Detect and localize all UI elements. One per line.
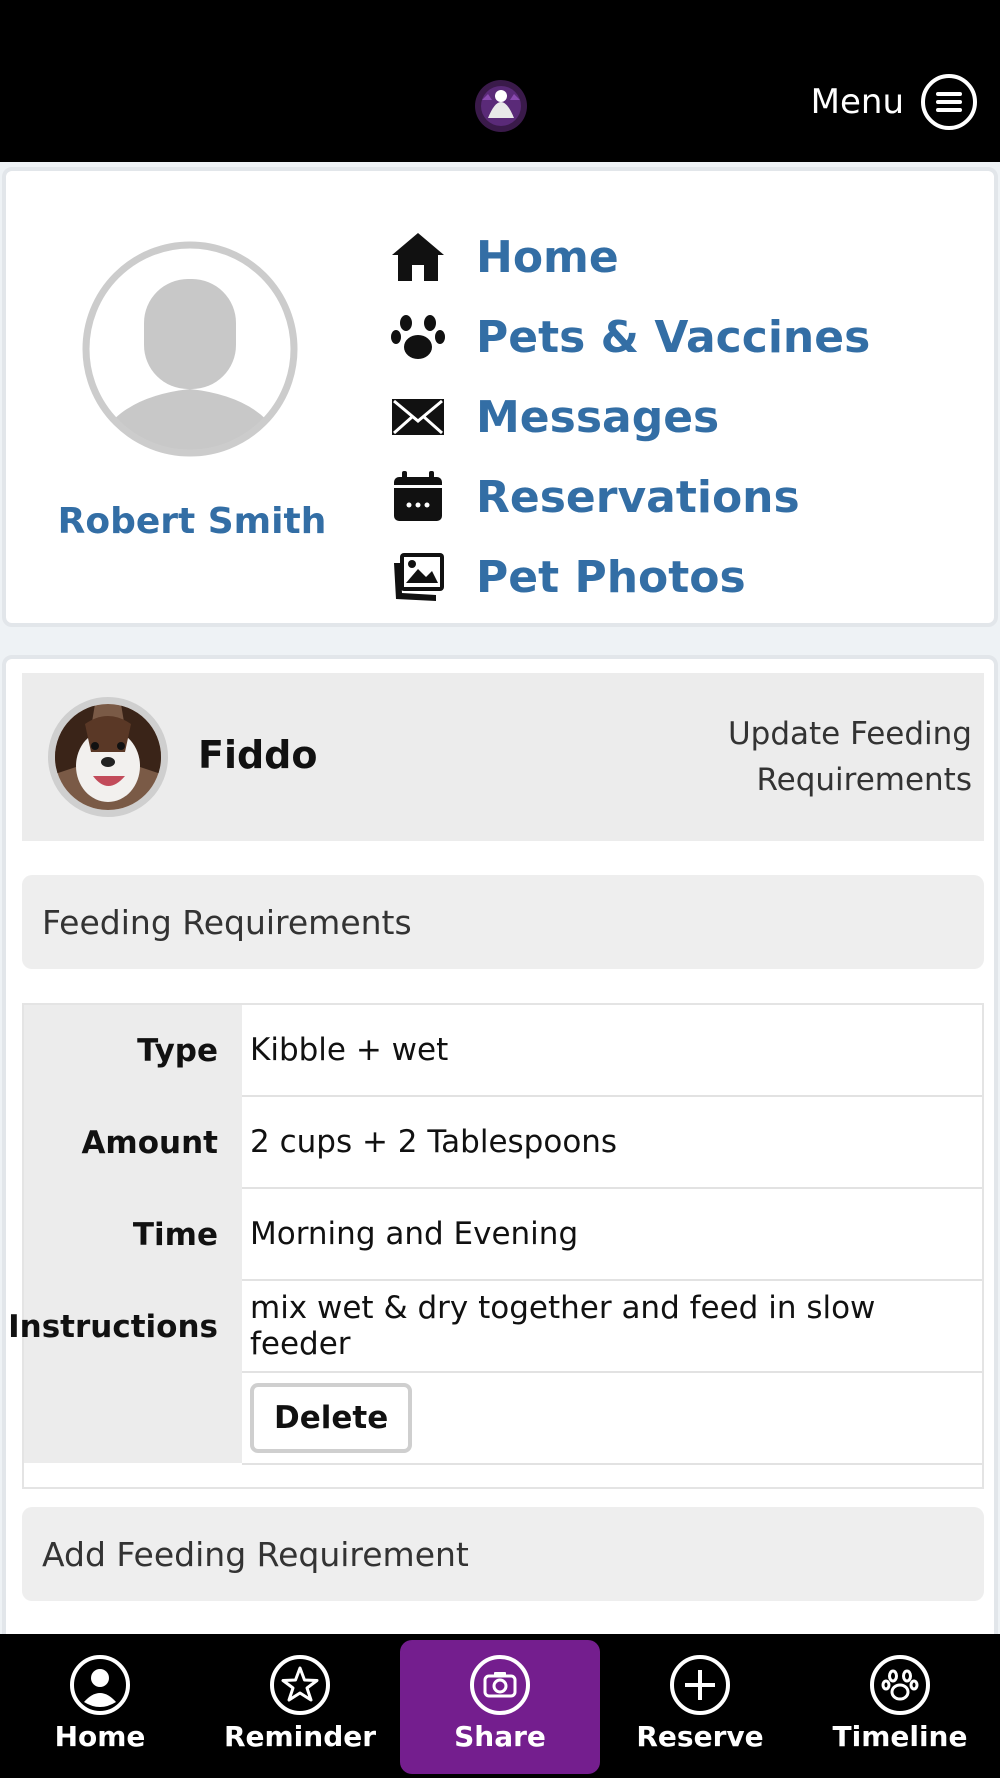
- row-label-time: Time: [132, 1217, 218, 1253]
- tab-reminder[interactable]: Reminder: [200, 1634, 400, 1778]
- update-feeding-link[interactable]: Update Feeding Requirements: [712, 711, 972, 803]
- row-label-type: Type: [137, 1033, 218, 1069]
- tab-label-home: Home: [54, 1720, 146, 1753]
- brand-logo[interactable]: [468, 78, 534, 134]
- avatar[interactable]: [80, 239, 300, 459]
- paw-circle-icon: [870, 1655, 930, 1715]
- calendar-icon: [390, 469, 446, 525]
- row-label-instructions: Instructions: [8, 1309, 218, 1345]
- menu-button[interactable]: Menu: [811, 73, 978, 131]
- pet-photo[interactable]: [48, 697, 168, 817]
- table-row: Time Morning and Evening: [24, 1189, 982, 1281]
- plus-circle-icon: [670, 1655, 730, 1715]
- tab-timeline[interactable]: Timeline: [800, 1634, 1000, 1778]
- tab-label-share: Share: [454, 1720, 546, 1753]
- tab-home[interactable]: Home: [0, 1634, 200, 1778]
- user-circle-icon: [70, 1655, 130, 1715]
- nav-label-pet-photos: Pet Photos: [476, 551, 746, 603]
- nav-item-home[interactable]: Home: [390, 217, 870, 297]
- nav-item-pets-vaccines[interactable]: Pets & Vaccines: [390, 297, 870, 377]
- top-bar: Menu: [0, 0, 1000, 162]
- photos-icon: [390, 549, 446, 605]
- nav-label-pets-vaccines: Pets & Vaccines: [476, 311, 871, 363]
- row-value-instructions: mix wet & dry together and feed in slow …: [242, 1281, 982, 1373]
- feeding-card: Fiddo Update Feeding Requirements Feedin…: [2, 655, 998, 1655]
- nav-label-home: Home: [476, 231, 619, 283]
- actions-cell: Delete: [242, 1373, 982, 1465]
- house-icon: [390, 229, 446, 285]
- tab-label-reminder: Reminder: [223, 1720, 377, 1753]
- nav-item-messages[interactable]: Messages: [390, 377, 870, 457]
- pet-name: Fiddo: [198, 733, 318, 777]
- tab-label-timeline: Timeline: [832, 1720, 968, 1753]
- table-row: Amount 2 cups + 2 Tablespoons: [24, 1097, 982, 1189]
- nav-item-pet-photos[interactable]: Pet Photos: [390, 537, 870, 617]
- menu-label: Menu: [810, 82, 904, 122]
- table-row: Type Kibble + wet: [24, 1005, 982, 1097]
- row-value-time: Morning and Evening: [242, 1189, 982, 1281]
- pet-header: Fiddo Update Feeding Requirements: [22, 673, 984, 841]
- nav-label-messages: Messages: [476, 391, 720, 443]
- table-row: Instructions mix wet & dry together and …: [8, 1281, 982, 1373]
- table-row-actions: Delete: [24, 1373, 982, 1465]
- tab-label-reserve: Reserve: [636, 1720, 764, 1753]
- tab-reserve[interactable]: Reserve: [600, 1634, 800, 1778]
- camera-circle-icon: [470, 1655, 530, 1715]
- user-name[interactable]: Robert Smith: [6, 501, 378, 542]
- envelope-icon: [390, 389, 446, 445]
- profile-card: Robert Smith Home Pets & Vaccines Messag…: [2, 167, 998, 627]
- bottom-tab-bar: Home Reminder Share Reserve Timeline: [0, 1634, 1000, 1778]
- hamburger-icon: [921, 74, 977, 130]
- row-value-type: Kibble + wet: [242, 1005, 982, 1097]
- profile-nav: Home Pets & Vaccines Messages Reservatio…: [390, 217, 870, 617]
- feeding-requirements-header[interactable]: Feeding Requirements: [22, 875, 984, 969]
- paw-icon: [390, 309, 446, 365]
- row-value-amount: 2 cups + 2 Tablespoons: [242, 1097, 982, 1189]
- tab-share[interactable]: Share: [400, 1640, 600, 1774]
- nav-item-reservations[interactable]: Reservations: [390, 457, 870, 537]
- star-circle-icon: [270, 1655, 330, 1715]
- feeding-table: Type Kibble + wet Amount 2 cups + 2 Tabl…: [8, 1003, 984, 1489]
- row-label-amount: Amount: [81, 1125, 218, 1161]
- add-feeding-requirement-button[interactable]: Add Feeding Requirement: [22, 1507, 984, 1601]
- nav-label-reservations: Reservations: [476, 471, 800, 523]
- delete-button[interactable]: Delete: [250, 1383, 413, 1453]
